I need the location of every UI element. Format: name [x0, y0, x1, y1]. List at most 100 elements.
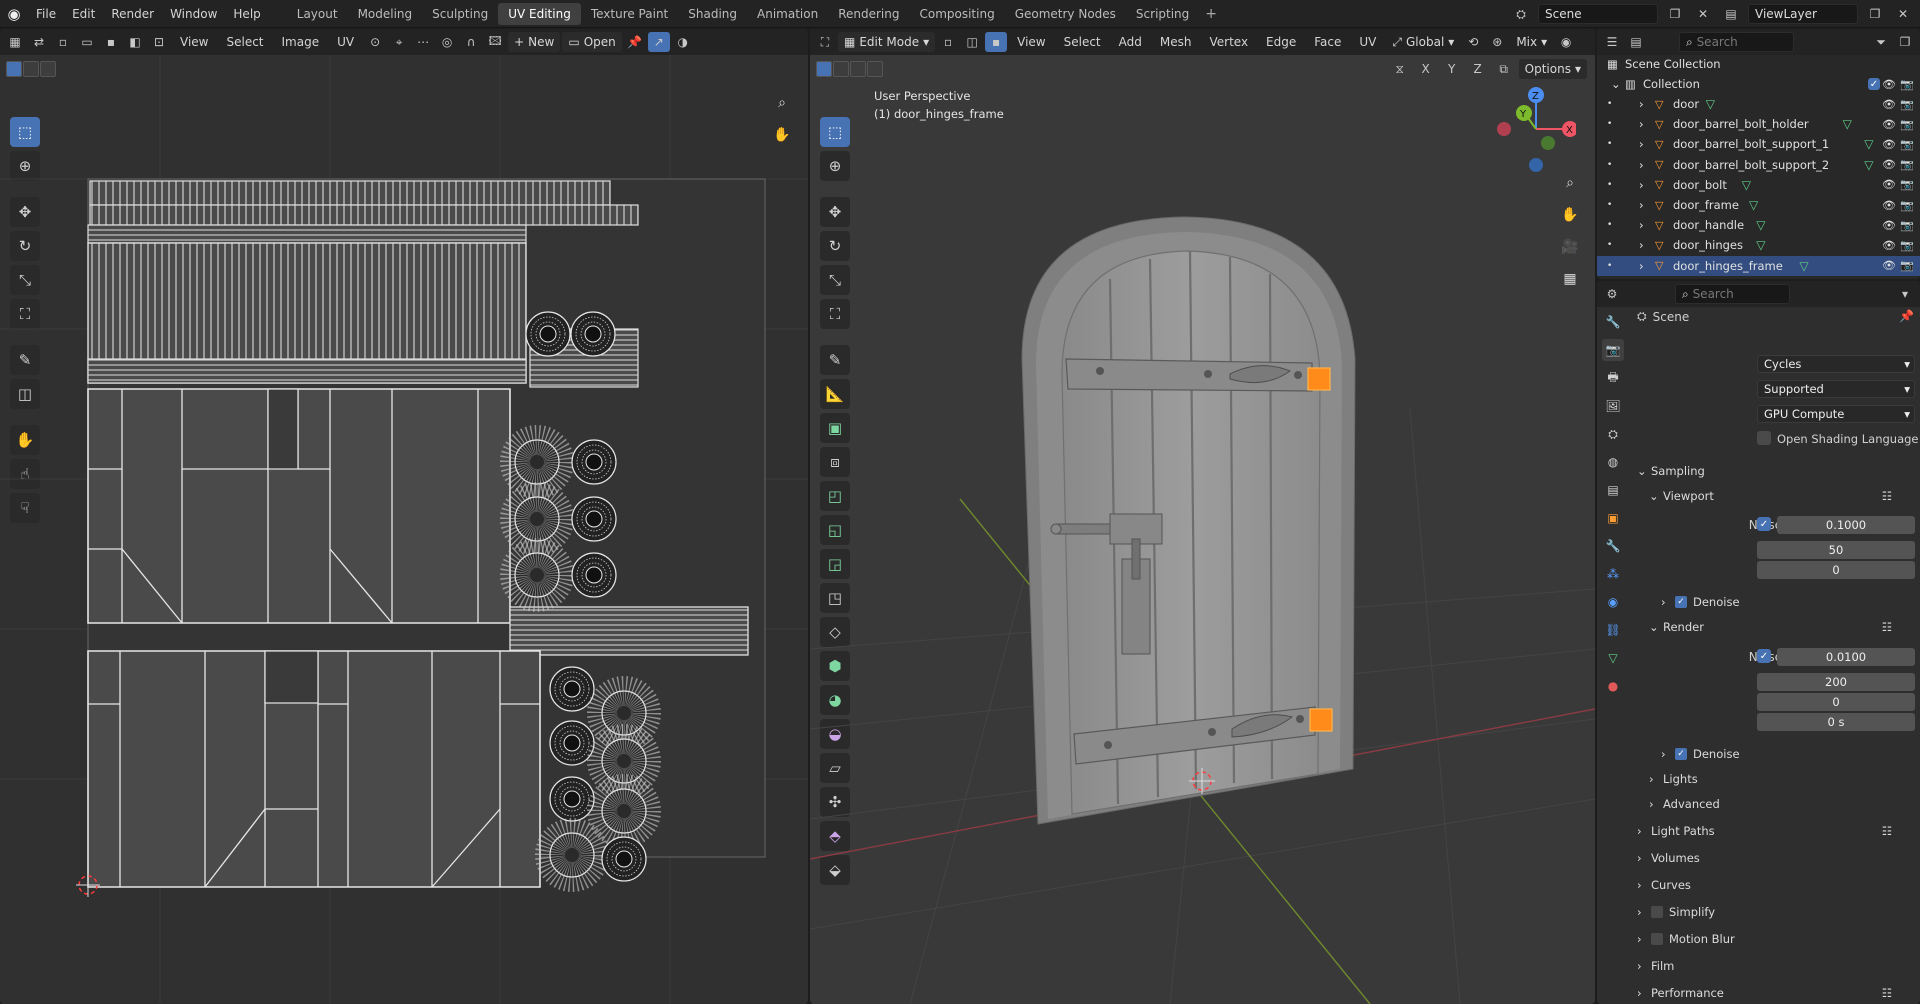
scene-icon[interactable]: ⛭ — [1510, 4, 1532, 24]
camera-icon[interactable]: 📷 — [1900, 199, 1914, 212]
visibility-dot-icon[interactable]: • — [1607, 261, 1612, 271]
viewport-max-samples-field[interactable]: 50 — [1757, 541, 1915, 559]
viewport-min-samples-field[interactable]: 0 — [1757, 561, 1915, 579]
view-layer-tab-icon[interactable]: 🖼 — [1602, 395, 1624, 417]
camera-icon[interactable]: 📷 — [1900, 219, 1914, 232]
outliner-item[interactable]: • › ▽ door_barrel_bolt_support_1 ▽ 👁 📷 — [1597, 134, 1920, 154]
tab-texture-paint[interactable]: Texture Paint — [581, 3, 678, 25]
tool-tab-icon[interactable]: 🔧 — [1602, 311, 1624, 333]
tab-shading[interactable]: Shading — [678, 3, 747, 25]
render-noise-threshold-checkbox[interactable]: ✓ — [1757, 649, 1771, 663]
properties-editor-type-icon[interactable]: ⚙ — [1601, 284, 1623, 304]
tab-layout[interactable]: Layout — [287, 3, 348, 25]
simplify-panel[interactable]: › Simplify — [1637, 901, 1914, 923]
advanced-panel[interactable]: › Advanced — [1649, 793, 1914, 815]
mesh-data-icon[interactable]: ▽ — [1864, 158, 1873, 172]
volumes-panel[interactable]: › Volumes — [1637, 847, 1914, 869]
sampling-panel[interactable]: ⌄ Sampling — [1637, 460, 1914, 482]
camera-icon[interactable]: 📷 — [1900, 259, 1914, 272]
motion-blur-panel[interactable]: › Motion Blur — [1637, 928, 1914, 950]
output-tab-icon[interactable]: 🖶 — [1602, 367, 1624, 389]
outliner[interactable]: ☰ ▤ ⌕ Search ⏷ ❐ ▦ Scene Collection ⌄ ▥ … — [1597, 29, 1920, 279]
mesh-data-icon[interactable]: ▽ — [1864, 137, 1873, 151]
tab-rendering[interactable]: Rendering — [828, 3, 909, 25]
menu-window[interactable]: Window — [162, 0, 225, 28]
expand-chevron-icon[interactable]: › — [1639, 97, 1644, 111]
pin-context-icon[interactable]: 📌 — [1899, 309, 1914, 323]
delete-viewlayer-icon[interactable]: ✕ — [1892, 4, 1914, 24]
tab-scripting[interactable]: Scripting — [1126, 3, 1199, 25]
expand-chevron-icon[interactable]: › — [1639, 137, 1644, 151]
render-noise-threshold-field[interactable]: 0.0100 — [1777, 648, 1915, 666]
viewlayer-icon[interactable]: ▤ — [1720, 4, 1742, 24]
tab-animation[interactable]: Animation — [747, 3, 828, 25]
material-tab-icon[interactable]: ● — [1602, 675, 1624, 697]
visibility-dot-icon[interactable]: • — [1607, 180, 1612, 190]
delete-scene-icon[interactable]: ✕ — [1692, 4, 1714, 24]
menu-render[interactable]: Render — [103, 0, 162, 28]
menu-help[interactable]: Help — [225, 0, 268, 28]
physics-tab-icon[interactable]: ◉ — [1602, 591, 1624, 613]
tab-modeling[interactable]: Modeling — [348, 3, 423, 25]
mesh-data-icon[interactable]: ▽ — [1843, 117, 1852, 131]
visibility-dot-icon[interactable]: • — [1607, 240, 1612, 250]
properties-options-icon[interactable]: ▾ — [1894, 284, 1916, 304]
add-workspace-icon[interactable]: + — [1199, 6, 1223, 22]
visibility-dot-icon[interactable]: • — [1607, 200, 1612, 210]
camera-icon[interactable]: 📷 — [1900, 138, 1914, 151]
render-min-samples-field[interactable]: 0 — [1757, 693, 1915, 711]
scene-collection-row[interactable]: ▦ Scene Collection — [1597, 54, 1920, 74]
feature-set-dropdown[interactable]: Supported ▾ — [1757, 380, 1915, 398]
expand-chevron-icon[interactable]: › — [1639, 198, 1644, 212]
visibility-dot-icon[interactable]: • — [1607, 220, 1612, 230]
new-collection-icon[interactable]: ❐ — [1894, 32, 1916, 52]
curves-panel[interactable]: › Curves — [1637, 874, 1914, 896]
mesh-data-icon[interactable]: ▽ — [1756, 218, 1765, 232]
visibility-dot-icon[interactable]: • — [1607, 160, 1612, 170]
camera-icon[interactable]: 📷 — [1900, 158, 1914, 171]
data-tab-icon[interactable]: ▽ — [1602, 647, 1624, 669]
viewport-noise-threshold-checkbox[interactable]: ✓ — [1757, 517, 1771, 531]
constraints-tab-icon[interactable]: ⛓ — [1602, 619, 1624, 641]
expand-chevron-icon[interactable]: › — [1639, 117, 1644, 131]
camera-icon[interactable]: 📷 — [1900, 178, 1914, 191]
list-icon[interactable]: ☷ — [1882, 824, 1892, 838]
visibility-dot-icon[interactable]: • — [1607, 139, 1612, 149]
outliner-item[interactable]: • › ▽ door_barrel_bolt_support_2 ▽ 👁 📷 — [1597, 155, 1920, 175]
performance-panel[interactable]: › Performance ☷ — [1637, 982, 1914, 1004]
outliner-item[interactable]: • › ▽ door_frame ▽ 👁 📷 — [1597, 195, 1920, 215]
collapse-chevron-icon[interactable]: ⌄ — [1611, 77, 1621, 91]
outliner-item[interactable]: • › ▽ door_hinges_frame ▽ 👁 📷 — [1597, 255, 1920, 276]
expand-chevron-icon[interactable]: › — [1639, 158, 1644, 172]
collection-checkbox[interactable]: ✓ — [1868, 78, 1880, 90]
visibility-dot-icon[interactable]: • — [1607, 119, 1612, 129]
viewport-denoise-panel-checkbox[interactable]: ✓ — [1675, 596, 1687, 608]
menu-file[interactable]: File — [28, 0, 64, 28]
eye-icon[interactable]: 👁 — [1882, 178, 1896, 191]
collection-tab-icon[interactable]: ▤ — [1602, 479, 1624, 501]
uv-layout[interactable] — [0, 29, 808, 1004]
camera-icon[interactable]: 📷 — [1900, 98, 1914, 111]
time-limit-field[interactable]: 0 s — [1757, 713, 1915, 731]
render-subpanel[interactable]: ⌄ Render ☷ — [1649, 616, 1914, 638]
render-denoise-panel-checkbox[interactable]: ✓ — [1675, 748, 1687, 760]
osl-checkbox[interactable] — [1757, 431, 1771, 445]
outliner-editor-type-icon[interactable]: ☰ — [1601, 32, 1623, 52]
eye-icon[interactable]: 👁 — [1882, 239, 1896, 252]
motion-blur-panel-checkbox[interactable] — [1651, 933, 1663, 945]
viewport-noise-threshold-field[interactable]: 0.1000 — [1777, 516, 1915, 534]
mesh-data-icon[interactable]: ▽ — [1742, 178, 1751, 192]
simplify-panel-checkbox[interactable] — [1651, 906, 1663, 918]
tab-sculpting[interactable]: Sculpting — [422, 3, 498, 25]
eye-icon[interactable]: 👁 — [1882, 158, 1896, 171]
viewlayer-field[interactable]: ViewLayer — [1748, 4, 1858, 24]
mesh-data-icon[interactable]: ▽ — [1799, 259, 1808, 273]
outliner-item[interactable]: • › ▽ door_bolt ▽ 👁 📷 — [1597, 175, 1920, 195]
mesh-data-icon[interactable]: ▽ — [1706, 97, 1715, 111]
camera-icon[interactable]: 📷 — [1900, 239, 1914, 252]
3d-viewport[interactable]: ⛶ ▦ Edit Mode ▾ ▫ ◫ ▪ View Select Add Mesh… — [810, 29, 1595, 1004]
eye-icon[interactable]: 👁 — [1882, 98, 1896, 111]
visibility-dot-icon[interactable]: • — [1607, 99, 1612, 109]
outliner-item[interactable]: • › ▽ door ▽ 👁 📷 — [1597, 94, 1920, 114]
scene-field[interactable]: Scene — [1538, 4, 1658, 24]
